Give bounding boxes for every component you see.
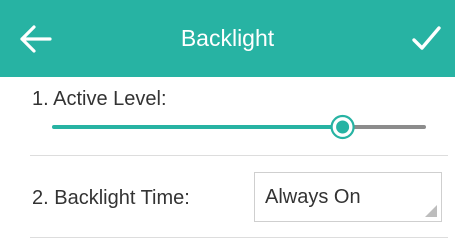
page-title: Backlight bbox=[180, 25, 275, 51]
backlight-time-value: Always On bbox=[265, 186, 361, 208]
slider-thumb[interactable] bbox=[336, 120, 350, 134]
divider bbox=[30, 237, 448, 238]
active-level-label: 1. Active Level: bbox=[32, 88, 167, 110]
app-header: Backlight bbox=[0, 0, 455, 77]
active-level-slider[interactable] bbox=[50, 112, 428, 142]
checkmark-icon bbox=[412, 26, 441, 50]
confirm-button[interactable] bbox=[409, 22, 443, 56]
dropdown-corner-icon bbox=[425, 205, 437, 217]
backlight-time-label: 2. Backlight Time: bbox=[32, 187, 190, 209]
back-button[interactable] bbox=[18, 22, 54, 56]
backlight-time-select[interactable]: Always On bbox=[254, 172, 442, 222]
divider bbox=[30, 155, 448, 156]
arrow-left-icon bbox=[20, 25, 52, 53]
